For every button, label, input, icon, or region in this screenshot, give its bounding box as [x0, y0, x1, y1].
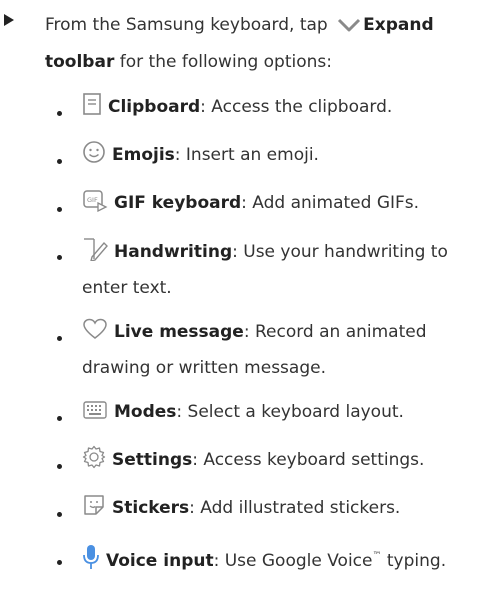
list-item-modes: Modes: Select a keyboard layout.	[0, 396, 472, 432]
keyboard-modes-icon	[82, 399, 108, 432]
bullet-dot	[57, 336, 62, 341]
option-desc: : Access keyboard settings.	[192, 450, 425, 470]
bullet-dot	[57, 111, 62, 116]
list-item-live-message: Live message: Record an animated drawing…	[0, 316, 472, 384]
options-list: Clipboard: Access the clipboard. Emojis:…	[0, 91, 482, 581]
document-page: From the Samsung keyboard, tap Expand to…	[0, 0, 482, 571]
bullet-dot	[57, 159, 62, 164]
clipboard-icon	[82, 92, 102, 127]
list-item-voice-input: Voice input: Use Google Voice™ typing.	[0, 540, 472, 581]
option-label: Handwriting	[114, 242, 233, 262]
intro-after: for the following options:	[114, 52, 332, 72]
option-desc: : Access the clipboard.	[200, 97, 393, 117]
option-label: Live message	[114, 322, 244, 342]
bullet-dot	[57, 464, 62, 469]
option-desc: : Insert an emoji.	[174, 145, 319, 165]
option-label: GIF keyboard	[114, 193, 242, 213]
option-desc: : Add animated GIFs.	[241, 193, 420, 213]
option-desc: : Add illustrated stickers.	[189, 498, 401, 518]
option-desc-end: typing.	[381, 551, 447, 571]
list-item-gif-keyboard: GIF GIF keyboard: Add animated GIFs.	[0, 187, 472, 223]
main-bullet: From the Samsung keyboard, tap Expand to…	[0, 8, 482, 593]
option-label: Voice input	[106, 551, 214, 571]
option-label: Settings	[112, 450, 193, 470]
bullet-dot	[57, 416, 62, 421]
option-desc: : Select a keyboard layout.	[176, 402, 404, 422]
intro-text: From the Samsung keyboard, tap Expand to…	[45, 8, 475, 79]
svg-text:GIF: GIF	[87, 196, 98, 204]
option-desc: : Use Google Voice	[213, 551, 373, 571]
live-message-icon	[82, 317, 108, 352]
bullet-dot	[57, 560, 62, 565]
option-label: Emojis	[112, 145, 175, 165]
option-label: Stickers	[112, 498, 190, 518]
list-item-clipboard: Clipboard: Access the clipboard.	[0, 91, 472, 127]
list-item-handwriting: Handwriting: Use your handwriting to ent…	[0, 235, 472, 304]
microphone-icon	[82, 544, 100, 581]
option-label: Modes	[114, 402, 177, 422]
option-label: Clipboard	[108, 97, 201, 117]
list-item-stickers: Stickers: Add illustrated stickers.	[0, 492, 472, 528]
bullet-dot	[57, 207, 62, 212]
triangle-bullet-icon	[4, 14, 14, 26]
list-item-settings: Settings: Access keyboard settings.	[0, 444, 472, 480]
bullet-dot	[57, 512, 62, 517]
intro-before: From the Samsung keyboard, tap	[45, 15, 334, 35]
sticker-icon	[82, 493, 106, 528]
list-item-emojis: Emojis: Insert an emoji.	[0, 139, 472, 175]
handwriting-icon	[82, 235, 108, 272]
chevron-down-icon	[337, 11, 361, 45]
settings-gear-icon	[82, 445, 106, 480]
gif-icon: GIF	[82, 188, 108, 223]
bullet-dot	[57, 255, 62, 260]
emoji-icon	[82, 140, 106, 175]
